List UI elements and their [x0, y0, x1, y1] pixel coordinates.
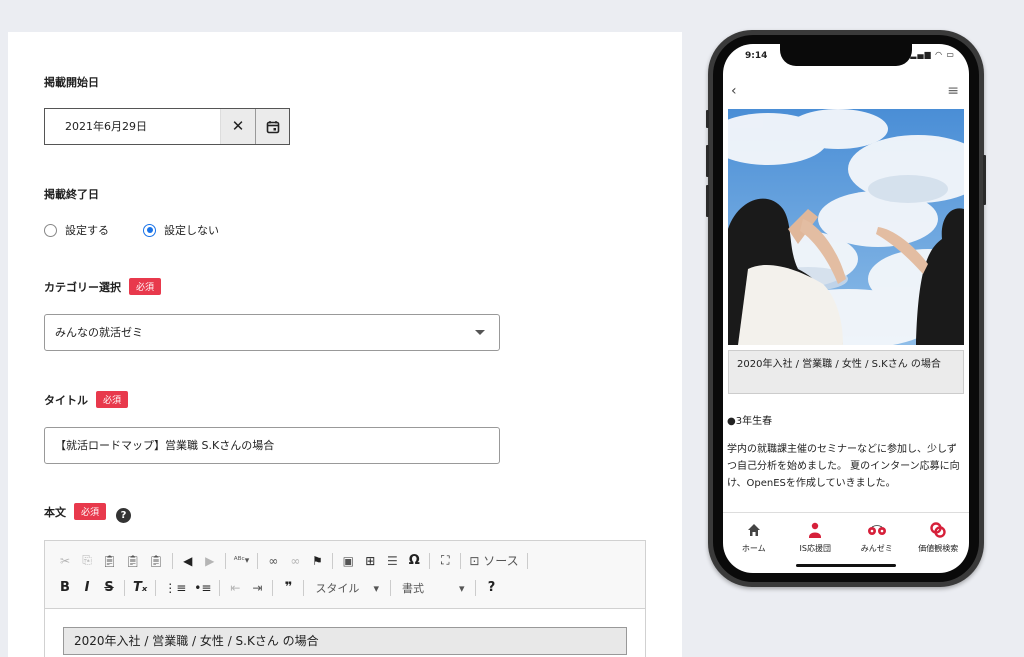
spellcheck-icon[interactable]: ᴬᴮᶜ▾ — [231, 550, 253, 572]
start-date-label: 掲載開始日 — [44, 76, 99, 89]
paste-word-icon[interactable]: 📋︎ — [145, 550, 166, 572]
cut-icon[interactable]: ✂ — [55, 550, 75, 572]
phone-screen: 9:14 ▂▄▆ ◠ ▭ ‹ ≡ 2020年入社 / 営業職 / 女性 / S.… — [723, 44, 969, 573]
strike-button[interactable]: S — [99, 577, 119, 599]
format-dropdown[interactable]: 書式 ▾ — [396, 580, 471, 596]
remove-format-icon[interactable]: Tₓ — [130, 577, 150, 599]
required-badge: 必須 — [96, 391, 129, 408]
chevron-down-icon — [475, 330, 485, 335]
numbered-list-icon[interactable]: ⋮≡ — [161, 577, 189, 599]
start-date-field[interactable]: 2021年6月29日 ✕ — [44, 108, 290, 145]
category-select[interactable]: みんなの就活ゼミ — [44, 314, 500, 351]
anchor-icon[interactable]: ⚑ — [307, 550, 327, 572]
article-photo — [728, 109, 964, 345]
rich-text-editor: ✂ ⎘ 📋︎ 📋︎ 📋︎ ◀ ▶ ᴬᴮᶜ▾ ∞ ∞ ⚑ ▣ ⊞ ☰ Ω ⛶ ⊡ … — [44, 540, 646, 657]
form-panel: 掲載開始日 2021年6月29日 ✕ 掲載終了日 設定する 設定しない カテゴリ… — [8, 32, 682, 657]
tab-values-search[interactable]: 価値観検索 — [908, 513, 970, 573]
radio-circle-selected[interactable] — [143, 223, 156, 237]
cherries-icon — [867, 521, 887, 539]
title-input[interactable]: 【就活ロードマップ】営業職 S.Kさんの場合 — [44, 427, 500, 464]
style-dropdown[interactable]: スタイル ▾ — [309, 580, 385, 596]
required-badge: 必須 — [129, 278, 162, 295]
section-heading: ●3年生春 — [727, 416, 773, 427]
paste-text-icon[interactable]: 📋︎ — [122, 550, 143, 572]
chevron-down-icon: ▾ — [373, 581, 379, 595]
copy-icon[interactable]: ⎘ — [77, 550, 97, 572]
blockquote-icon[interactable]: ❞ — [278, 577, 298, 599]
hamburger-menu-icon[interactable]: ≡ — [947, 83, 959, 99]
body-label: 本文 必須? — [44, 503, 132, 523]
indent-icon[interactable]: ⇥ — [247, 577, 267, 599]
home-indicator — [796, 564, 896, 567]
phone-notch — [780, 44, 912, 66]
about-help-button[interactable]: ? — [481, 577, 501, 599]
source-button[interactable]: ⊡ ソース — [466, 550, 521, 572]
title-label: タイトル 必須 — [44, 391, 129, 408]
undo-icon[interactable]: ◀ — [178, 550, 198, 572]
italic-button[interactable]: I — [77, 577, 97, 599]
sky-photo-illustration — [728, 109, 964, 345]
end-date-label: 掲載終了日 — [44, 188, 99, 201]
editor-content[interactable]: 2020年入社 / 営業職 / 女性 / S.Kさん の場合 — [45, 609, 645, 657]
end-date-options: 設定する 設定しない — [44, 222, 219, 238]
calendar-icon — [266, 120, 279, 133]
phone-nav-bar: ‹ ≡ — [723, 80, 969, 108]
article-caption: 2020年入社 / 営業職 / 女性 / S.Kさん の場合 — [728, 350, 964, 394]
content-caption-box[interactable]: 2020年入社 / 営業職 / 女性 / S.Kさん の場合 — [63, 627, 627, 655]
bullet-list-icon[interactable]: •≡ — [191, 577, 214, 599]
clear-date-button[interactable]: ✕ — [220, 109, 255, 144]
start-date-value[interactable]: 2021年6月29日 — [45, 109, 220, 144]
image-icon[interactable]: ▣ — [338, 550, 358, 572]
source-icon: ⊡ — [469, 553, 480, 568]
phone-preview: 9:14 ▂▄▆ ◠ ▭ ‹ ≡ 2020年入社 / 営業職 / 女性 / S.… — [706, 30, 986, 587]
outdent-icon[interactable]: ⇤ — [225, 577, 245, 599]
toolbar-row-2: B I S Tₓ ⋮≡ •≡ ⇤ ⇥ ❞ スタイル ▾ 書式 ▾ ? — [55, 574, 635, 601]
home-icon — [747, 521, 761, 539]
chevron-down-icon: ▾ — [458, 581, 465, 595]
unlink-icon[interactable]: ∞ — [285, 550, 305, 572]
table-icon[interactable]: ⊞ — [360, 550, 380, 572]
tab-home[interactable]: ホーム — [723, 513, 785, 573]
editor-toolbar: ✂ ⎘ 📋︎ 📋︎ 📋︎ ◀ ▶ ᴬᴮᶜ▾ ∞ ∞ ⚑ ▣ ⊞ ☰ Ω ⛶ ⊡ … — [45, 541, 645, 609]
calendar-button[interactable] — [255, 109, 289, 144]
paste-icon[interactable]: 📋︎ — [99, 550, 120, 572]
help-icon[interactable]: ? — [116, 508, 132, 523]
status-icons: ▂▄▆ ◠ ▭ — [910, 50, 955, 59]
back-icon[interactable]: ‹ — [731, 83, 737, 99]
link-icon[interactable]: ∞ — [263, 550, 283, 572]
category-label: カテゴリー選択 必須 — [44, 278, 162, 295]
redo-icon[interactable]: ▶ — [200, 550, 220, 572]
search-link-icon — [930, 521, 946, 539]
radio-not-set[interactable]: 設定しない — [143, 222, 219, 238]
horizontal-line-icon[interactable]: ☰ — [382, 550, 402, 572]
radio-circle[interactable] — [44, 223, 57, 237]
toolbar-row-1: ✂ ⎘ 📋︎ 📋︎ 📋︎ ◀ ▶ ᴬᴮᶜ▾ ∞ ∞ ⚑ ▣ ⊞ ☰ Ω ⛶ ⊡ … — [55, 547, 635, 574]
radio-set[interactable]: 設定する — [44, 222, 109, 238]
status-time: 9:14 — [745, 51, 768, 61]
special-char-icon[interactable]: Ω — [404, 550, 424, 572]
maximize-icon[interactable]: ⛶ — [435, 550, 455, 572]
required-badge: 必須 — [74, 503, 107, 520]
article-paragraph: 学内の就職課主催のセミナーなどに参加し、少しずつ自己分析を始めました。 夏のイン… — [727, 444, 960, 489]
bold-button[interactable]: B — [55, 577, 75, 599]
person-icon — [808, 521, 822, 539]
